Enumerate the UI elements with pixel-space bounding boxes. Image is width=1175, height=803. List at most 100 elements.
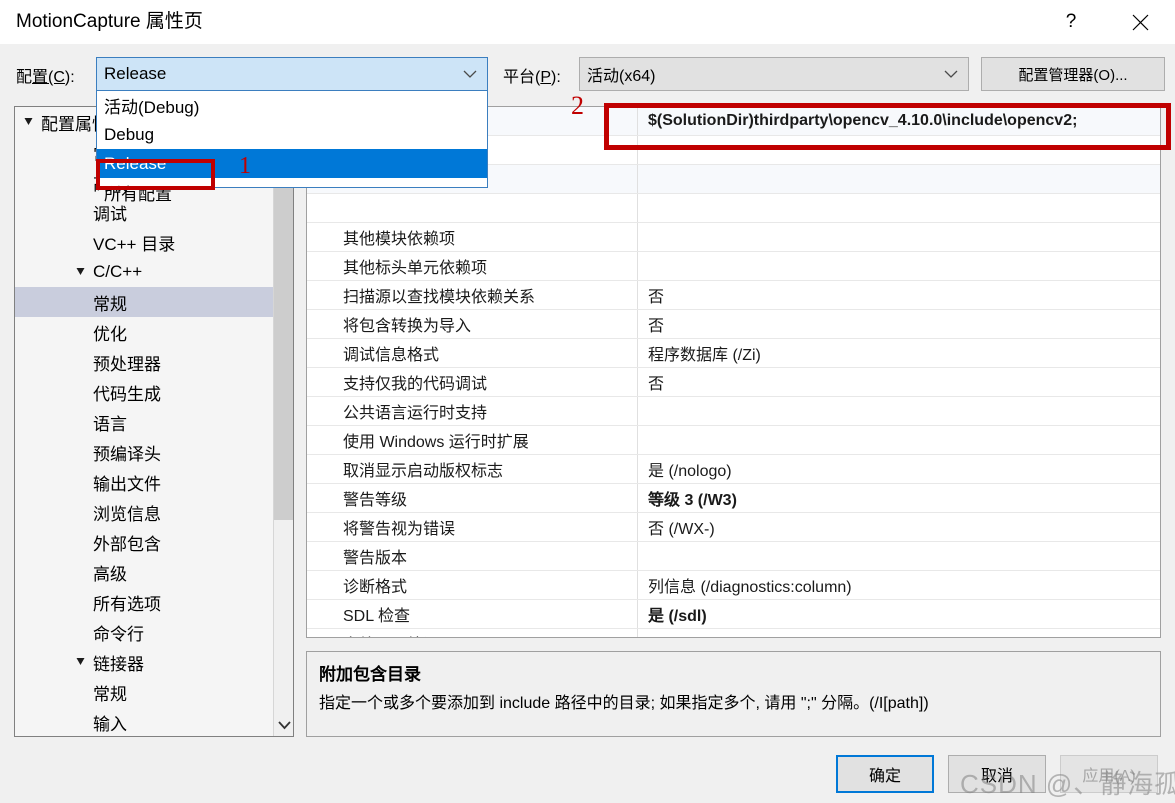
help-icon[interactable]: ? [1048, 0, 1094, 44]
property-row[interactable]: 调试信息格式 程序数据库 (/Zi) [307, 339, 1160, 368]
column-divider [637, 629, 638, 637]
column-divider [637, 600, 638, 628]
apply-button-label: 应用(A) [1082, 768, 1136, 785]
property-name: 使用 Windows 运行时扩展 [343, 434, 529, 451]
sidebar-item[interactable]: 预处理器 [15, 347, 273, 377]
property-value[interactable]: 否 [637, 370, 664, 394]
annotation-box-1 [96, 159, 215, 190]
sidebar-item[interactable]: 预编译头 [15, 437, 273, 467]
property-value[interactable]: 程序数据库 (/Zi) [637, 341, 761, 365]
description-body: 指定一个或多个要添加到 include 路径中的目录; 如果指定多个, 请用 "… [319, 695, 929, 712]
chevron-down-icon [463, 69, 477, 79]
property-value[interactable]: 否 [637, 283, 664, 307]
expander-expanded-icon [75, 656, 91, 667]
ok-button[interactable]: 确定 [836, 755, 934, 793]
property-row[interactable]: 其他标头单元依赖项 [307, 252, 1160, 281]
property-row[interactable]: 取消显示启动版权标志 是 (/nologo) [307, 455, 1160, 484]
property-name: SDL 检查 [343, 608, 410, 625]
sidebar-item[interactable]: 所有选项 [15, 587, 273, 617]
property-row[interactable]: 扫描源以查找模块依赖关系 否 [307, 281, 1160, 310]
property-row[interactable]: 将警告视为错误 否 (/WX-) [307, 513, 1160, 542]
sidebar-item-label: 预处理器 [93, 354, 161, 374]
property-row[interactable]: 诊断格式 列信息 (/diagnostics:column) [307, 571, 1160, 600]
property-name: 取消显示启动版权标志 [343, 463, 504, 480]
sidebar-item-label: 代码生成 [93, 384, 161, 404]
column-divider [637, 165, 638, 193]
column-divider [637, 281, 638, 309]
sidebar-item[interactable]: 外部包含 [15, 527, 273, 557]
property-row[interactable]: 警告版本 [307, 542, 1160, 571]
dropdown-option[interactable]: 活动(Debug) [97, 91, 487, 120]
property-value[interactable]: 是 (/nologo) [637, 457, 732, 481]
sidebar-item[interactable]: VC++ 目录 [15, 227, 273, 257]
platform-label: 平台(P): [503, 69, 561, 86]
sidebar-item[interactable]: 输入 [15, 707, 273, 736]
sidebar-item-label: 输出文件 [93, 474, 161, 494]
column-divider [637, 397, 638, 425]
scroll-down-icon[interactable] [274, 714, 293, 736]
cancel-button[interactable]: 取消 [948, 755, 1046, 793]
column-divider [637, 571, 638, 599]
property-row[interactable]: 其他模块依赖项 [307, 223, 1160, 252]
column-divider [637, 513, 638, 541]
property-name: 诊断格式 [343, 579, 408, 596]
configuration-manager-label: 配置管理器(O)... [1018, 66, 1128, 84]
annotation-box-2 [604, 103, 1171, 150]
column-divider [637, 310, 638, 338]
title-bar: MotionCapture 属性页 ? [0, 0, 1175, 44]
config-select-value: Release [104, 64, 167, 83]
property-row[interactable]: 将包含转换为导入 否 [307, 310, 1160, 339]
sidebar-item-label: 高级 [93, 564, 127, 584]
sidebar-item-label: 输入 [93, 714, 127, 734]
sidebar-item[interactable]: 浏览信息 [15, 497, 273, 527]
sidebar-item[interactable]: 链接器 [15, 647, 273, 677]
sidebar-item[interactable]: 高级 [15, 557, 273, 587]
sidebar-item[interactable]: 输出文件 [15, 467, 273, 497]
page-title: MotionCapture 属性页 [16, 11, 203, 32]
expander-expanded-icon [75, 266, 91, 277]
property-value[interactable]: 是 (/sdl) [637, 602, 707, 626]
property-name: 多处理器编译 [307, 631, 637, 637]
description-panel: 附加包含目录 指定一个或多个要添加到 include 路径中的目录; 如果指定多… [306, 651, 1161, 737]
column-divider [637, 542, 638, 570]
column-divider [637, 426, 638, 454]
property-name: 扫描源以查找模块依赖关系 [343, 289, 536, 306]
sidebar-item[interactable]: 优化 [15, 317, 273, 347]
sidebar-item-label: 优化 [93, 324, 127, 344]
dropdown-option[interactable]: Debug [97, 120, 487, 149]
property-row[interactable]: 支持仅我的代码调试 否 [307, 368, 1160, 397]
sidebar-item[interactable]: 常规 [15, 287, 273, 317]
sidebar-item[interactable]: C/C++ [15, 257, 273, 287]
property-row[interactable]: 警告等级 等级 3 (/W3) [307, 484, 1160, 513]
column-divider [637, 252, 638, 280]
sidebar-item[interactable]: 语言 [15, 407, 273, 437]
property-value[interactable]: 列信息 (/diagnostics:column) [637, 573, 852, 597]
sidebar-item-label: 链接器 [93, 654, 144, 674]
sidebar-item[interactable]: 常规 [15, 677, 273, 707]
chevron-down-icon [944, 69, 958, 79]
property-name: 将警告视为错误 [343, 521, 456, 538]
property-row[interactable]: 公共语言运行时支持 [307, 397, 1160, 426]
property-value[interactable]: 等级 3 (/W3) [637, 486, 737, 510]
annotation-marker-2: 2 [571, 91, 584, 120]
configuration-manager-button[interactable]: 配置管理器(O)... [981, 57, 1165, 91]
sidebar-item-label: 常规 [93, 294, 127, 314]
property-row[interactable]: 多处理器编译 [307, 629, 1160, 637]
property-row[interactable]: SDL 检查 是 (/sdl) [307, 600, 1160, 629]
property-name: 调试信息格式 [343, 347, 440, 364]
sidebar-item[interactable]: 命令行 [15, 617, 273, 647]
property-value[interactable]: 否 [637, 312, 664, 336]
sidebar-item[interactable]: 代码生成 [15, 377, 273, 407]
config-select[interactable]: Release [96, 57, 488, 91]
annotation-marker-1: 1 [239, 153, 251, 179]
sidebar-item-label: C/C++ [93, 262, 143, 281]
platform-select[interactable]: 活动(x64) [579, 57, 969, 91]
sidebar-item-label: 常规 [93, 684, 127, 704]
tree-scrollbar-thumb[interactable] [274, 185, 293, 520]
expander-expanded-icon [23, 116, 39, 127]
property-value[interactable]: 否 (/WX-) [637, 515, 715, 539]
property-row[interactable]: 使用 Windows 运行时扩展 [307, 426, 1160, 455]
column-divider [637, 339, 638, 367]
column-divider [637, 223, 638, 251]
close-icon[interactable] [1117, 0, 1163, 44]
